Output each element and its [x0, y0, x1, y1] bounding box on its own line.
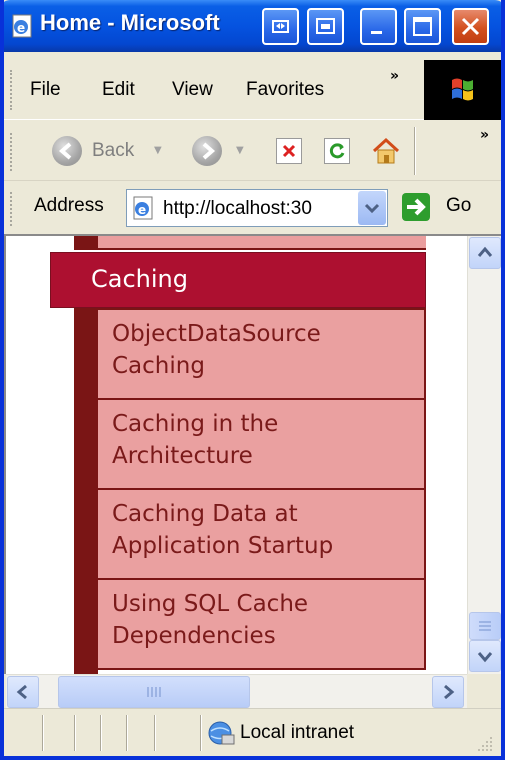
go-arrow-icon: [407, 198, 426, 216]
address-label: Address: [34, 195, 104, 216]
minimize-button[interactable]: [360, 8, 397, 45]
menu-file[interactable]: File: [30, 79, 61, 101]
minimize-icon: [371, 31, 382, 34]
menu-item-caching-in-architecture[interactable]: Caching in the Architecture: [98, 398, 426, 488]
forward-arrow-icon: [202, 142, 216, 160]
status-divider: [200, 715, 202, 751]
menu-sidebar: [74, 308, 98, 674]
vertical-scrollbar[interactable]: [467, 236, 501, 674]
scroll-right-button[interactable]: [432, 676, 464, 708]
maximize-icon: [413, 17, 432, 36]
svg-text:e: e: [17, 21, 25, 35]
menu-item-label[interactable]: Caching Data at Application Startup: [112, 498, 333, 562]
horizontal-scrollbar[interactable]: [6, 674, 467, 708]
ie-page-icon: e: [12, 14, 32, 38]
address-bar: Address e http://localhost:30 Go: [4, 182, 501, 234]
status-divider: [74, 715, 76, 751]
menu-item-label-line2[interactable]: Application Startup: [112, 530, 333, 562]
address-url[interactable]: http://localhost:30: [163, 198, 312, 220]
address-input[interactable]: e http://localhost:30: [126, 189, 388, 227]
menu-item-label-line2[interactable]: Architecture: [112, 440, 278, 472]
menu-item-label-line1[interactable]: Using SQL Cache: [112, 588, 308, 620]
svg-text:e: e: [138, 203, 146, 217]
vertical-scroll-thumb[interactable]: [469, 612, 501, 640]
back-button[interactable]: [52, 136, 82, 166]
menu-item-label[interactable]: Using SQL Cache Dependencies: [112, 588, 308, 652]
section-header-label: Caching: [91, 265, 188, 293]
status-divider: [126, 715, 128, 751]
stop-icon: [282, 144, 296, 158]
window-title: Home - Microsoft: [40, 10, 220, 35]
close-icon: [461, 17, 480, 36]
menu-item-label-line1[interactable]: ObjectDataSource: [112, 318, 321, 350]
page-viewport: Caching ObjectDataSource Caching Caching…: [4, 234, 501, 674]
windows-logo: [424, 60, 501, 120]
back-dropdown-chevron-icon[interactable]: ▼: [154, 145, 162, 156]
section-header-caching[interactable]: Caching: [50, 252, 426, 308]
windows-logo-icon: [452, 78, 473, 101]
grip-lines-icon: [479, 621, 491, 631]
grip-lines-icon: [147, 687, 161, 697]
menu-item-label-line1[interactable]: Caching Data at: [112, 498, 333, 530]
previous-menu-item-stub[interactable]: [74, 236, 426, 250]
switch-icon: [316, 18, 335, 34]
title-bar[interactable]: e Home - Microsoft: [4, 0, 501, 52]
toolbar-separator: [414, 127, 416, 175]
chevron-left-icon: [16, 684, 27, 700]
menu-favorites[interactable]: Favorites: [246, 79, 324, 101]
switch-window-button[interactable]: [307, 8, 344, 45]
menu-overflow-chevron[interactable]: »: [390, 68, 399, 84]
menu-bar-grip[interactable]: [10, 70, 13, 110]
chevron-down-icon: [364, 203, 380, 214]
forward-dropdown-chevron-icon[interactable]: ▼: [236, 145, 244, 156]
back-arrow-icon: [58, 142, 72, 160]
chevron-down-icon: [477, 652, 493, 663]
browser-window: e Home - Microsoft File Edit View Favori…: [0, 0, 505, 760]
home-button[interactable]: [370, 135, 402, 167]
scroll-down-button[interactable]: [469, 640, 501, 672]
scroll-left-button[interactable]: [7, 676, 39, 708]
menu-item-objectdatasource-caching[interactable]: ObjectDataSource Caching: [98, 308, 426, 398]
menu-item-label-line1[interactable]: Caching in the: [112, 408, 278, 440]
menu-item-label[interactable]: ObjectDataSource Caching: [112, 318, 321, 382]
go-button[interactable]: [402, 193, 430, 221]
menu-item-caching-data-at-startup[interactable]: Caching Data at Application Startup: [98, 488, 426, 578]
refresh-icon: [329, 143, 345, 159]
maximize-button[interactable]: [404, 8, 441, 45]
home-icon: [372, 137, 400, 164]
restore-button[interactable]: [262, 8, 299, 45]
menu-item-label-line2[interactable]: Caching: [112, 350, 321, 382]
address-bar-grip[interactable]: [10, 192, 13, 226]
restore-icon: [272, 20, 289, 33]
scrollbar-corner: [467, 674, 501, 708]
menu-item-label[interactable]: Caching in the Architecture: [112, 408, 278, 472]
standard-toolbar: Back ▼ ▼ »: [4, 121, 501, 181]
ie-page-icon: e: [133, 196, 153, 220]
menu-item-sql-cache-dependencies[interactable]: Using SQL Cache Dependencies: [98, 578, 426, 670]
status-divider: [42, 715, 44, 751]
security-zone-label: Local intranet: [240, 722, 355, 743]
local-intranet-icon: [208, 721, 235, 745]
back-label[interactable]: Back: [92, 140, 134, 162]
refresh-button[interactable]: [324, 138, 350, 164]
toolbar-grip[interactable]: [10, 133, 13, 171]
status-bar: Local intranet: [4, 708, 501, 756]
stop-button[interactable]: [276, 138, 302, 164]
chevron-up-icon: [477, 246, 493, 257]
go-label[interactable]: Go: [446, 195, 471, 217]
menu-view[interactable]: View: [172, 79, 213, 101]
chevron-right-icon: [444, 684, 455, 700]
address-dropdown-button[interactable]: [358, 191, 386, 225]
close-button[interactable]: [452, 8, 489, 45]
horizontal-scroll-thumb[interactable]: [58, 676, 250, 708]
forward-button[interactable]: [192, 136, 222, 166]
resize-grip-icon[interactable]: [476, 735, 494, 753]
scroll-up-button[interactable]: [469, 237, 501, 269]
status-divider: [100, 715, 102, 751]
menu-sidebar-stub: [74, 236, 98, 250]
toolbar-overflow-chevron[interactable]: »: [480, 127, 489, 143]
status-divider: [154, 715, 156, 751]
menu-item-label-line2[interactable]: Dependencies: [112, 620, 308, 652]
menu-edit[interactable]: Edit: [102, 79, 135, 101]
